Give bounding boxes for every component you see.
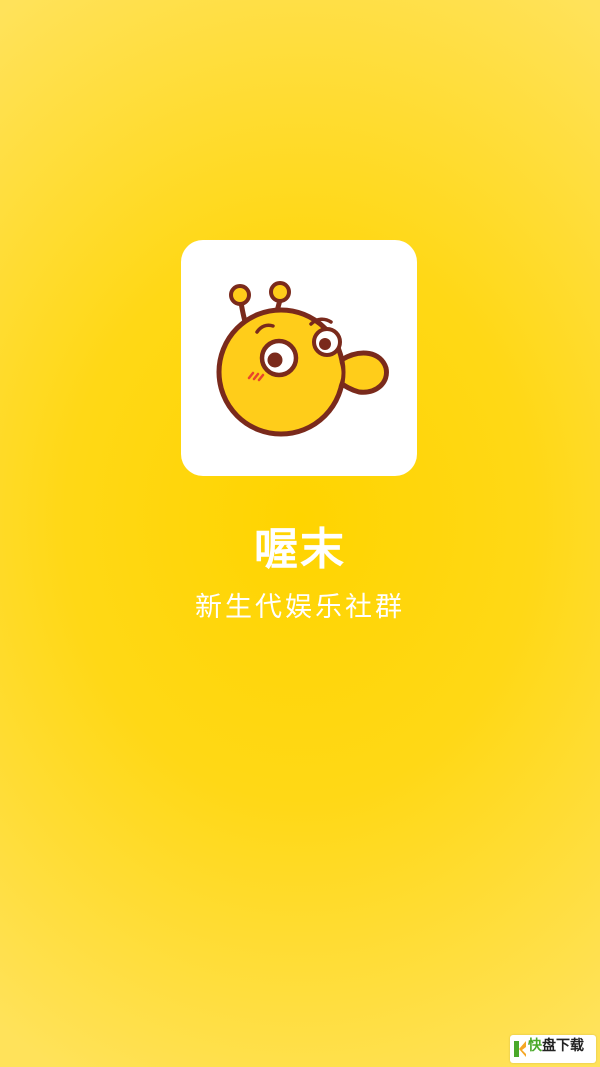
app-tagline: 新生代娱乐社群: [195, 592, 405, 623]
splash-screen: 喔末 新生代娱乐社群 快盘下载: [0, 0, 600, 1067]
app-logo: [181, 240, 417, 476]
watermark-badge: 快盘下载: [510, 1035, 596, 1063]
watermark-brand-first: 快: [528, 1038, 542, 1054]
yellow-bug-mascot-icon: [216, 281, 389, 437]
watermark-brand-rest: 盘下载: [542, 1038, 584, 1054]
watermark-brand: 快盘下载: [528, 1037, 584, 1055]
app-name: 喔末: [254, 524, 346, 575]
kuaipan-logo-icon: [514, 1041, 526, 1057]
